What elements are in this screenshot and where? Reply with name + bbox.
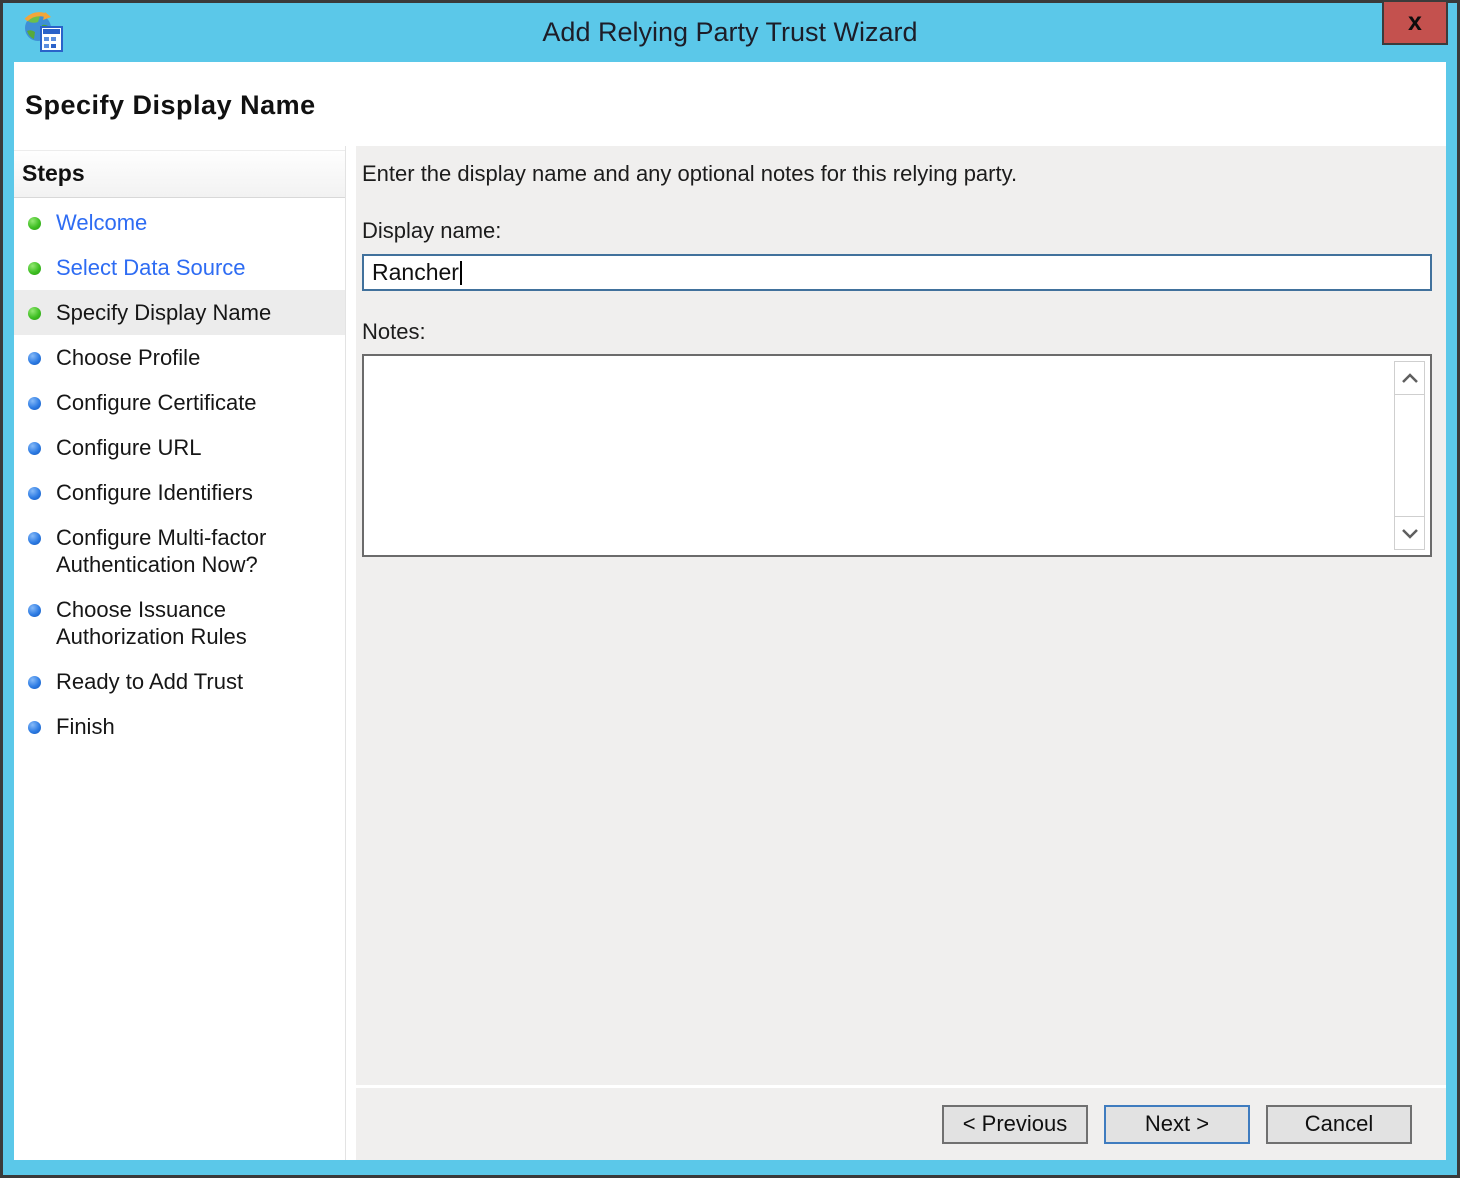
step-choose-profile: Choose Profile [14,335,345,380]
chevron-up-icon [1401,373,1419,384]
step-pending-dot-icon [28,604,41,617]
notes-scrollbar [1394,361,1425,550]
notes-label: Notes: [362,319,1432,345]
step-welcome[interactable]: Welcome [14,200,345,245]
next-button[interactable]: Next > [1104,1105,1250,1144]
window-title: Add Relying Party Trust Wizard [3,17,1457,48]
close-icon: x [1408,8,1422,37]
step-pending-dot-icon [28,397,41,410]
step-select-data-source[interactable]: Select Data Source [14,245,345,290]
scrollbar-track[interactable] [1395,395,1424,516]
page-title: Specify Display Name [14,62,1446,121]
close-button[interactable]: x [1382,0,1448,45]
button-bar: < Previous Next > Cancel [356,1088,1446,1160]
wizard-window: Add Relying Party Trust Wizard x Specify… [3,3,1457,1175]
display-name-value: Rancher [372,259,459,286]
main-area: Steps Welcome Select Data Source Spec [14,146,1446,1160]
sidebar-content-gutter [346,146,356,1160]
steps-sidebar: Steps Welcome Select Data Source Spec [14,146,346,1160]
cancel-button[interactable]: Cancel [1266,1105,1412,1144]
wizard-body: Specify Display Name Steps Welcome Selec… [14,62,1446,1160]
content-pane: Enter the display name and any optional … [356,146,1446,1160]
step-configure-certificate: Configure Certificate [14,380,345,425]
form-area: Enter the display name and any optional … [356,146,1446,557]
step-pending-dot-icon [28,532,41,545]
step-done-dot-icon [28,262,41,275]
previous-button[interactable]: < Previous [942,1105,1088,1144]
steps-list: Welcome Select Data Source Specify Displ… [14,200,345,749]
content-spacer [356,557,1446,1085]
step-ready-to-add-trust: Ready to Add Trust [14,659,345,704]
display-name-input[interactable]: Rancher [362,254,1432,291]
step-pending-dot-icon [28,352,41,365]
chevron-down-icon [1401,528,1419,539]
screenshot-root: Add Relying Party Trust Wizard x Specify… [0,0,1460,1178]
step-pending-dot-icon [28,442,41,455]
step-configure-identifiers: Configure Identifiers [14,470,345,515]
step-configure-mfa: Configure Multi-factor Authentication No… [14,515,345,587]
step-choose-issuance-rules: Choose Issuance Authorization Rules [14,587,345,659]
steps-heading: Steps [14,150,345,198]
text-caret [460,261,462,285]
display-name-label: Display name: [362,218,1432,244]
step-pending-dot-icon [28,487,41,500]
notes-value[interactable] [364,356,1394,555]
page-header: Specify Display Name [14,62,1446,146]
scroll-down-button[interactable] [1395,516,1424,549]
step-configure-url: Configure URL [14,425,345,470]
step-pending-dot-icon [28,676,41,689]
step-finish: Finish [14,704,345,749]
notes-textarea[interactable] [362,354,1432,557]
step-specify-display-name: Specify Display Name [14,290,345,335]
instruction-text: Enter the display name and any optional … [362,161,1432,187]
step-done-dot-icon [28,217,41,230]
step-pending-dot-icon [28,721,41,734]
scroll-up-button[interactable] [1395,362,1424,395]
window-titlebar[interactable]: Add Relying Party Trust Wizard x [3,3,1457,62]
step-done-dot-icon [28,307,41,320]
